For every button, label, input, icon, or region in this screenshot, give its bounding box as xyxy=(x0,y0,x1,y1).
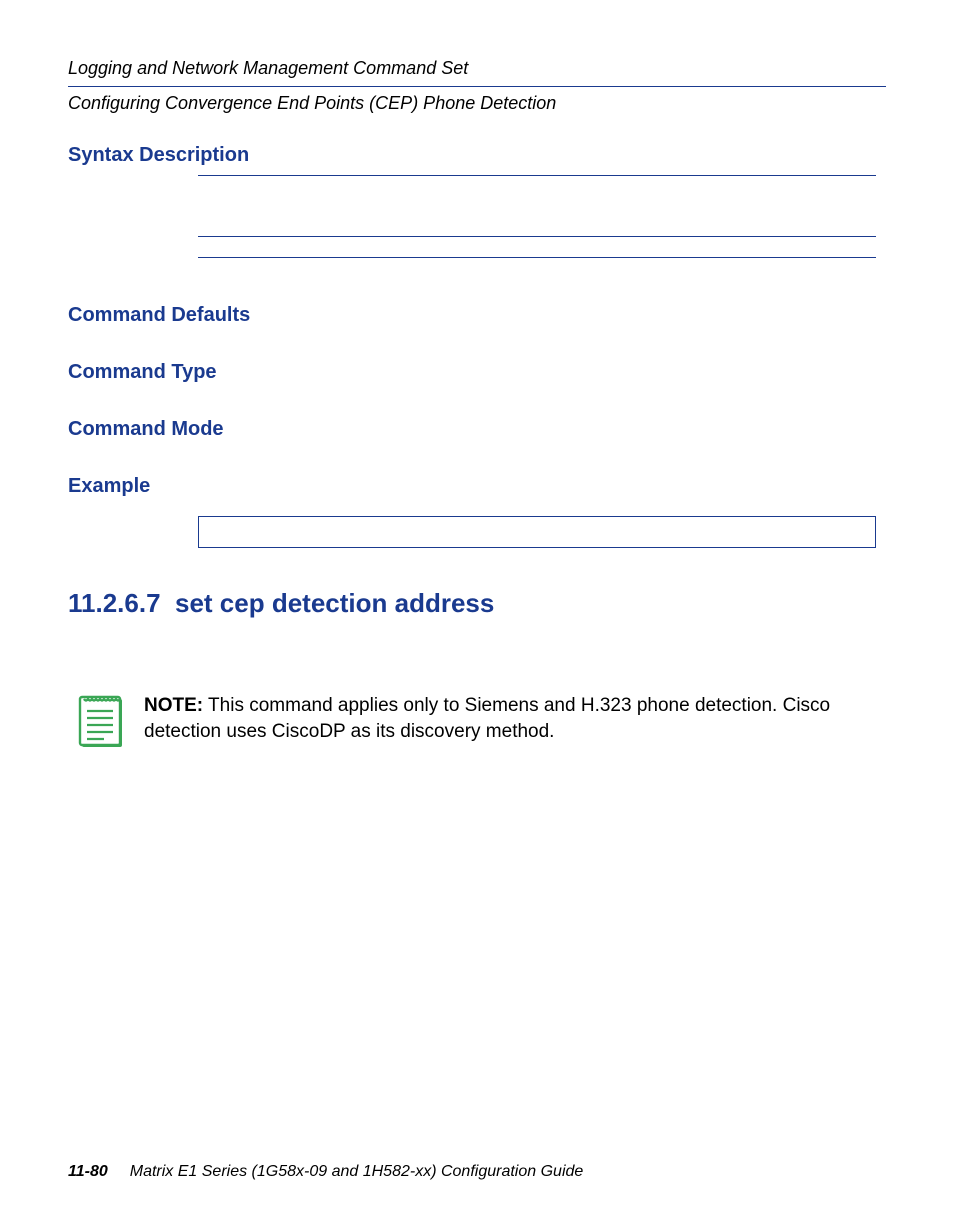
table-row xyxy=(198,176,876,236)
example-code-box xyxy=(198,516,876,548)
subsection-number: 11.2.6.7 xyxy=(68,588,161,618)
note-body: This command applies only to Siemens and… xyxy=(144,695,830,743)
heading-command-type: Command Type xyxy=(68,361,886,384)
note-icon xyxy=(78,695,124,749)
note-label: NOTE: xyxy=(144,695,203,716)
running-header-line1: Logging and Network Management Command S… xyxy=(68,56,886,80)
heading-syntax-description: Syntax Description xyxy=(68,144,886,167)
note-block: NOTE: This command applies only to Sieme… xyxy=(78,693,886,749)
page-number: 11-80 xyxy=(68,1163,108,1180)
note-text: NOTE: This command applies only to Sieme… xyxy=(144,693,886,746)
running-header-line2: Configuring Convergence End Points (CEP)… xyxy=(68,91,886,115)
syntax-description-table xyxy=(198,175,876,258)
subsection-title: 11.2.6.7 set cep detection address xyxy=(68,588,886,619)
table-rule xyxy=(198,257,876,258)
subsection-name: set cep detection address xyxy=(175,588,494,618)
page-footer: 11-80 Matrix E1 Series (1G58x-09 and 1H58… xyxy=(68,1163,583,1181)
heading-command-defaults: Command Defaults xyxy=(68,304,886,327)
table-row xyxy=(198,237,876,257)
heading-example: Example xyxy=(68,475,886,498)
header-rule xyxy=(68,86,886,87)
guide-title: Matrix E1 Series (1G58x-09 and 1H582-xx)… xyxy=(130,1163,584,1180)
heading-command-mode: Command Mode xyxy=(68,418,886,441)
